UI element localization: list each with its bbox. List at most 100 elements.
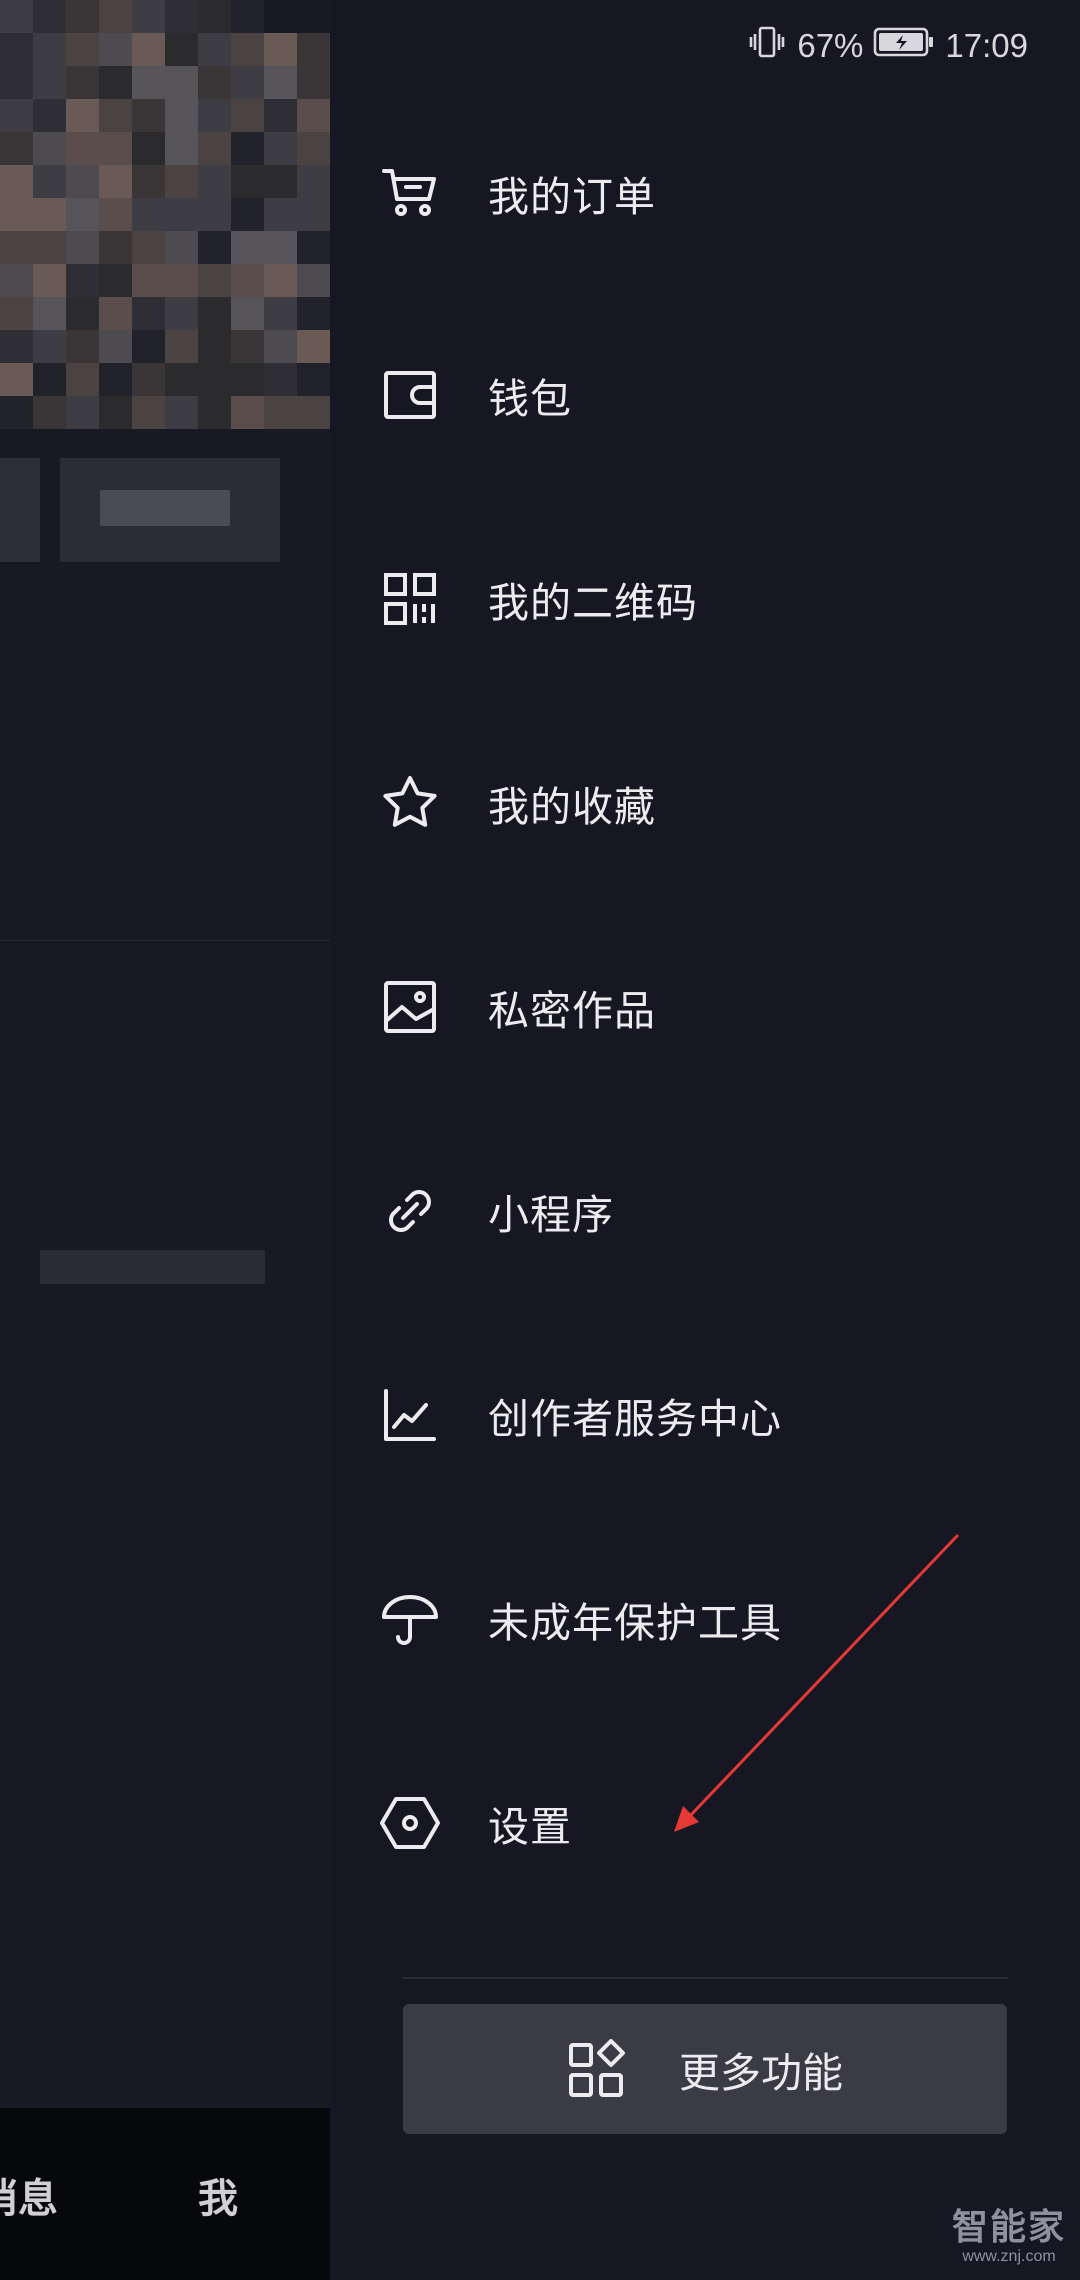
- photo-mosaic-cell: [297, 330, 330, 363]
- photo-mosaic-cell: [165, 264, 198, 297]
- photo-mosaic-cell: [231, 363, 264, 396]
- photo-mosaic-cell: [264, 66, 297, 99]
- photo-mosaic-cell: [198, 0, 231, 33]
- star-icon: [378, 771, 442, 835]
- menu-item-label: 创作者服务中心: [488, 1395, 782, 1443]
- tab-messages[interactable]: 消息: [0, 2166, 58, 2224]
- photo-mosaic-cell: [66, 330, 99, 363]
- photo-mosaic-cell: [264, 99, 297, 132]
- photo-mosaic-cell: [99, 264, 132, 297]
- photo-mosaic-cell: [264, 165, 297, 198]
- photo-mosaic-cell: [165, 33, 198, 66]
- photo-mosaic-cell: [198, 99, 231, 132]
- image-icon: [378, 975, 442, 1039]
- photo-mosaic-cell: [99, 363, 132, 396]
- menu-item-wallet[interactable]: 钱包: [378, 340, 1038, 450]
- photo-mosaic-cell: [165, 0, 198, 33]
- photo-mosaic-cell: [33, 66, 66, 99]
- photo-mosaic-cell: [66, 165, 99, 198]
- photo-mosaic-cell: [66, 0, 99, 33]
- photo-mosaic-cell: [198, 363, 231, 396]
- photo-mosaic-cell: [66, 231, 99, 264]
- drawer-divider: [402, 1977, 1008, 1979]
- photo-mosaic-cell: [0, 297, 33, 330]
- photo-mosaic-cell: [0, 231, 33, 264]
- photo-mosaic-cell: [33, 363, 66, 396]
- photo-mosaic-cell: [0, 165, 33, 198]
- menu-item-minor-protection[interactable]: 未成年保护工具: [378, 1564, 1038, 1674]
- photo-mosaic-cell: [297, 99, 330, 132]
- photo-mosaic-cell: [198, 198, 231, 231]
- site-watermark: 智能家 www.znj.com: [952, 2198, 1066, 2266]
- menu-item-label: 我的二维码: [488, 579, 698, 627]
- menu-item-favorites[interactable]: 我的收藏: [378, 748, 1038, 858]
- photo-mosaic-cell: [231, 99, 264, 132]
- photo-mosaic-cell: [132, 33, 165, 66]
- photo-mosaic-cell: [66, 396, 99, 429]
- menu-item-private-works[interactable]: 私密作品: [378, 952, 1038, 1062]
- photo-mosaic-cell: [297, 396, 330, 429]
- photo-mosaic-cell: [297, 165, 330, 198]
- photo-mosaic-cell: [231, 0, 264, 33]
- photo-mosaic-cell: [66, 198, 99, 231]
- photo-mosaic-cell: [66, 66, 99, 99]
- blurred-block: [100, 490, 230, 526]
- photo-mosaic-cell: [264, 330, 297, 363]
- photo-mosaic-cell: [231, 33, 264, 66]
- wallet-icon: [378, 363, 442, 427]
- blurred-block: [40, 1250, 265, 1284]
- chart-icon: [378, 1383, 442, 1447]
- photo-mosaic-cell: [33, 231, 66, 264]
- menu-item-mini-programs[interactable]: 小程序: [378, 1156, 1038, 1266]
- photo-mosaic-cell: [66, 132, 99, 165]
- photo-mosaic-cell: [66, 99, 99, 132]
- photo-mosaic-cell: [165, 198, 198, 231]
- background-profile-page: 消息 我: [0, 0, 330, 2280]
- photo-mosaic-cell: [0, 132, 33, 165]
- photo-mosaic-cell: [297, 231, 330, 264]
- photo-mosaic-cell: [165, 363, 198, 396]
- photo-mosaic-cell: [66, 33, 99, 66]
- photo-mosaic-cell: [0, 66, 33, 99]
- photo-mosaic-cell: [297, 66, 330, 99]
- menu-item-creator-center[interactable]: 创作者服务中心: [378, 1360, 1038, 1470]
- photo-mosaic-cell: [132, 198, 165, 231]
- photo-mosaic-cell: [132, 66, 165, 99]
- photo-mosaic-cell: [99, 330, 132, 363]
- photo-mosaic-cell: [165, 396, 198, 429]
- photo-mosaic-cell: [132, 396, 165, 429]
- menu-item-settings[interactable]: 设置: [378, 1768, 1038, 1878]
- more-features-label: 更多功能: [679, 2049, 843, 2097]
- photo-mosaic-cell: [33, 165, 66, 198]
- photo-mosaic-cell: [231, 330, 264, 363]
- menu-item-orders[interactable]: 我的订单: [378, 138, 1038, 248]
- photo-mosaic-cell: [132, 165, 165, 198]
- umbrella-icon: [378, 1587, 442, 1651]
- blurred-block: [0, 458, 40, 562]
- photo-mosaic-cell: [33, 99, 66, 132]
- photo-mosaic-cell: [231, 198, 264, 231]
- side-drawer: 67% 17:09 我的订单 钱包 我的二维码 我的收藏 私密作品 小程序 创作…: [330, 0, 1080, 2280]
- photo-mosaic-cell: [0, 0, 33, 33]
- photo-mosaic-cell: [198, 165, 231, 198]
- menu-item-label: 我的收藏: [488, 783, 656, 831]
- menu-item-qr-code[interactable]: 我的二维码: [378, 544, 1038, 654]
- photo-mosaic-cell: [198, 264, 231, 297]
- photo-mosaic-cell: [132, 231, 165, 264]
- photo-mosaic-cell: [132, 99, 165, 132]
- photo-mosaic-cell: [66, 363, 99, 396]
- photo-mosaic-cell: [99, 0, 132, 33]
- vibrate-icon: [747, 22, 787, 70]
- photo-mosaic-cell: [0, 330, 33, 363]
- photo-mosaic-cell: [297, 198, 330, 231]
- menu-item-label: 我的订单: [488, 173, 656, 221]
- photo-mosaic-cell: [0, 363, 33, 396]
- photo-mosaic-cell: [132, 330, 165, 363]
- photo-mosaic-cell: [33, 132, 66, 165]
- photo-mosaic-cell: [198, 33, 231, 66]
- watermark-main: 智能家: [951, 2207, 1066, 2248]
- photo-mosaic-cell: [165, 165, 198, 198]
- tab-me[interactable]: 我: [198, 2166, 238, 2224]
- photo-mosaic-cell: [132, 297, 165, 330]
- more-features-button[interactable]: 更多功能: [403, 2004, 1007, 2134]
